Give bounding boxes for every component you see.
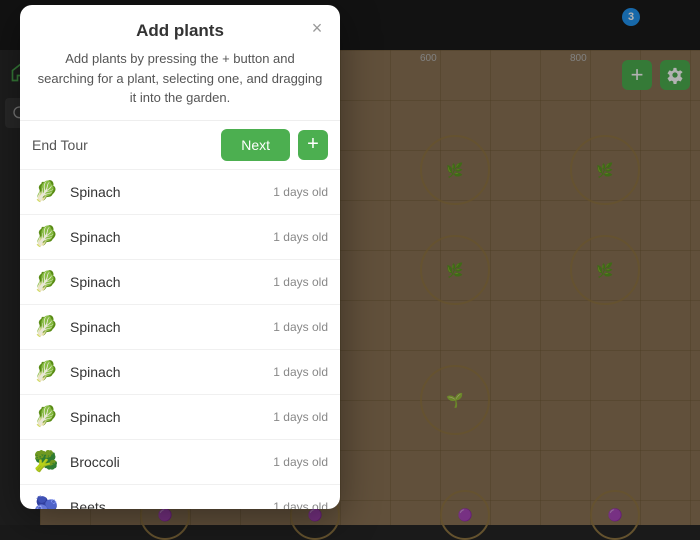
plant-list-icon: 🥬	[32, 223, 60, 251]
end-tour-button[interactable]: End Tour	[32, 137, 88, 153]
plant-list-age: 1 days old	[273, 455, 328, 469]
plant-list-age: 1 days old	[273, 275, 328, 289]
plant-list-name: Spinach	[70, 319, 273, 335]
plant-list-item[interactable]: 🥬 Spinach1 days old	[20, 169, 340, 214]
plant-list-icon: 🥬	[32, 313, 60, 341]
plant-list-item[interactable]: 🥬 Spinach1 days old	[20, 259, 340, 304]
modal-add-button[interactable]: +	[298, 130, 328, 160]
plant-list-icon: 🥬	[32, 358, 60, 386]
modal-description: Add plants by pressing the + button and …	[36, 49, 324, 108]
plant-list-name: Spinach	[70, 184, 273, 200]
plant-list-name: Spinach	[70, 409, 273, 425]
modal-toolbar: End Tour Next +	[20, 120, 340, 169]
modal-title: Add plants	[36, 21, 324, 41]
plant-list-name: Spinach	[70, 274, 273, 290]
modal-header: Add plants Add plants by pressing the + …	[20, 5, 340, 108]
plant-list-icon: 🥬	[32, 403, 60, 431]
plant-list-item[interactable]: 🥬 Spinach1 days old	[20, 349, 340, 394]
plant-list-icon: 🥬	[32, 268, 60, 296]
plant-list-name: Beets	[70, 499, 273, 509]
plant-list-item[interactable]: 🫐 Beets1 days old	[20, 484, 340, 509]
plant-list-age: 1 days old	[273, 185, 328, 199]
plant-list-name: Broccoli	[70, 454, 273, 470]
plant-list-item[interactable]: 🥬 Spinach1 days old	[20, 304, 340, 349]
plant-list-item[interactable]: 🥬 Spinach1 days old	[20, 214, 340, 259]
modal: Add plants Add plants by pressing the + …	[20, 5, 340, 509]
modal-close-button[interactable]: ×	[306, 17, 328, 39]
next-button[interactable]: Next	[221, 129, 290, 161]
plant-list-age: 1 days old	[273, 410, 328, 424]
plant-list-age: 1 days old	[273, 500, 328, 509]
plant-list-icon: 🥦	[32, 448, 60, 476]
plant-list-icon: 🫐	[32, 493, 60, 509]
plant-list-age: 1 days old	[273, 320, 328, 334]
plant-list-name: Spinach	[70, 229, 273, 245]
plant-list-age: 1 days old	[273, 230, 328, 244]
plant-list-name: Spinach	[70, 364, 273, 380]
plant-list-age: 1 days old	[273, 365, 328, 379]
plant-list-item[interactable]: 🥬 Spinach1 days old	[20, 394, 340, 439]
plant-list-item[interactable]: 🥦 Broccoli1 days old	[20, 439, 340, 484]
plant-list-icon: 🥬	[32, 178, 60, 206]
plant-list: 🥬Spinach1 days old🥬Spinach1 days old🥬Spi…	[20, 169, 340, 509]
